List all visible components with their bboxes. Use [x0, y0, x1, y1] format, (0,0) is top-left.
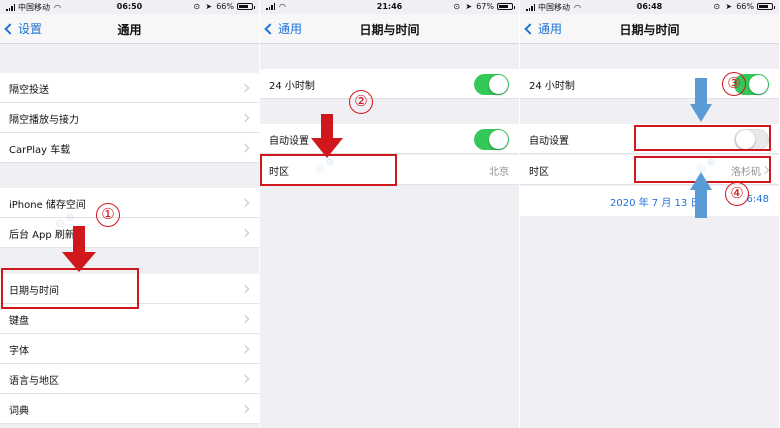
- row-24-hour: 24 小时制: [260, 69, 519, 99]
- time-zone-value: 北京: [489, 167, 509, 178]
- blue-down-arrow-icon: [690, 78, 712, 122]
- settings-row-dictionary[interactable]: 词典: [0, 394, 259, 424]
- chevron-right-icon: [240, 143, 250, 153]
- row-label: CarPlay 车载: [9, 145, 71, 156]
- location-icon: ➤: [465, 2, 473, 11]
- row-label: 24 小时制: [269, 81, 315, 92]
- battery-icon: [497, 3, 515, 10]
- alarm-icon: ⊙: [453, 2, 461, 11]
- settings-row-airplay[interactable]: 隔空播放与接力: [0, 103, 259, 133]
- status-bar: ◠ 21:46 ⊙ ➤ 67%: [260, 0, 519, 14]
- row-auto-set: 自动设置: [260, 124, 519, 154]
- highlight-box-auto-set: [634, 125, 771, 151]
- settings-row-background-refresh[interactable]: 后台 App 刷新: [0, 218, 259, 248]
- page-title: 通用: [117, 23, 142, 37]
- settings-row-carplay[interactable]: CarPlay 车载: [0, 133, 259, 163]
- screen-general: 中国移动 ◠ 06:50 ⊙ ➤ 66% 设置 通用 隔空投送 隔空播放与接力 …: [0, 0, 259, 428]
- screen-date-time-after: 中国移动 ◠ 06:48 ⊙ ➤ 66% 通用 日期与时间 24 小时制 自动设…: [520, 0, 779, 428]
- row-label: 词典: [9, 406, 29, 417]
- screen-date-time-before: ◠ 21:46 ⊙ ➤ 67% 通用 日期与时间 24 小时制 自动设置 时区 …: [260, 0, 519, 428]
- chevron-right-icon: [240, 198, 250, 208]
- date-value: 2020 年 7 月 13 日: [610, 198, 701, 209]
- status-bar: 中国移动 ◠ 06:50 ⊙ ➤ 66%: [0, 0, 259, 14]
- row-label: 自动设置: [269, 136, 309, 147]
- alarm-icon: ⊙: [193, 2, 201, 11]
- navigation-bar: 通用 日期与时间: [520, 14, 779, 44]
- step-marker-3: ③: [722, 72, 746, 96]
- row-label: 24 小时制: [529, 81, 575, 92]
- chevron-right-icon: [240, 83, 250, 93]
- battery-percent: 66%: [736, 2, 754, 11]
- chevron-right-icon: [240, 284, 250, 294]
- time-value: 6:48: [746, 194, 769, 205]
- location-icon: ➤: [725, 2, 733, 11]
- alarm-icon: ⊙: [713, 2, 721, 11]
- row-label: 自动设置: [529, 136, 569, 147]
- page-title: 日期与时间: [359, 23, 420, 37]
- battery-percent: 67%: [476, 2, 494, 11]
- chevron-right-icon: [240, 228, 250, 238]
- step-marker-4: ④: [725, 182, 749, 206]
- status-bar: 中国移动 ◠ 06:48 ⊙ ➤ 66%: [520, 0, 779, 14]
- row-label: iPhone 储存空间: [9, 200, 86, 211]
- battery-icon: [237, 3, 255, 10]
- row-label: 字体: [9, 346, 29, 357]
- red-down-arrow-icon: [311, 114, 343, 158]
- chevron-right-icon: [240, 344, 250, 354]
- toggle-auto-set[interactable]: [474, 129, 509, 150]
- red-down-arrow-icon: [62, 226, 96, 272]
- row-label: 语言与地区: [9, 376, 59, 387]
- chevron-right-icon: [240, 113, 250, 123]
- settings-row-airdrop[interactable]: 隔空投送: [0, 73, 259, 103]
- row-label: 隔空播放与接力: [9, 115, 79, 126]
- chevron-right-icon: [240, 404, 250, 414]
- chevron-right-icon: [240, 374, 250, 384]
- navigation-bar: 设置 通用: [0, 14, 259, 44]
- location-icon: ➤: [205, 2, 213, 11]
- chevron-right-icon: [240, 314, 250, 324]
- settings-row-fonts[interactable]: 字体: [0, 334, 259, 364]
- settings-row-language-region[interactable]: 语言与地区: [0, 364, 259, 394]
- navigation-bar: 通用 日期与时间: [260, 14, 519, 44]
- blue-up-arrow-icon: [690, 172, 712, 218]
- row-label: 键盘: [9, 316, 29, 327]
- battery-icon: [757, 3, 775, 10]
- step-marker-2: ②: [349, 90, 373, 114]
- step-marker-1: ①: [96, 203, 120, 227]
- highlight-box-date-time: [1, 268, 139, 309]
- settings-row-storage[interactable]: iPhone 储存空间: [0, 188, 259, 218]
- battery-percent: 66%: [216, 2, 234, 11]
- row-label: 时区: [529, 167, 549, 178]
- page-title: 日期与时间: [619, 23, 680, 37]
- row-label: 隔空投送: [9, 85, 49, 96]
- toggle-24-hour[interactable]: [474, 74, 509, 95]
- highlight-box-time-zone: [260, 154, 397, 186]
